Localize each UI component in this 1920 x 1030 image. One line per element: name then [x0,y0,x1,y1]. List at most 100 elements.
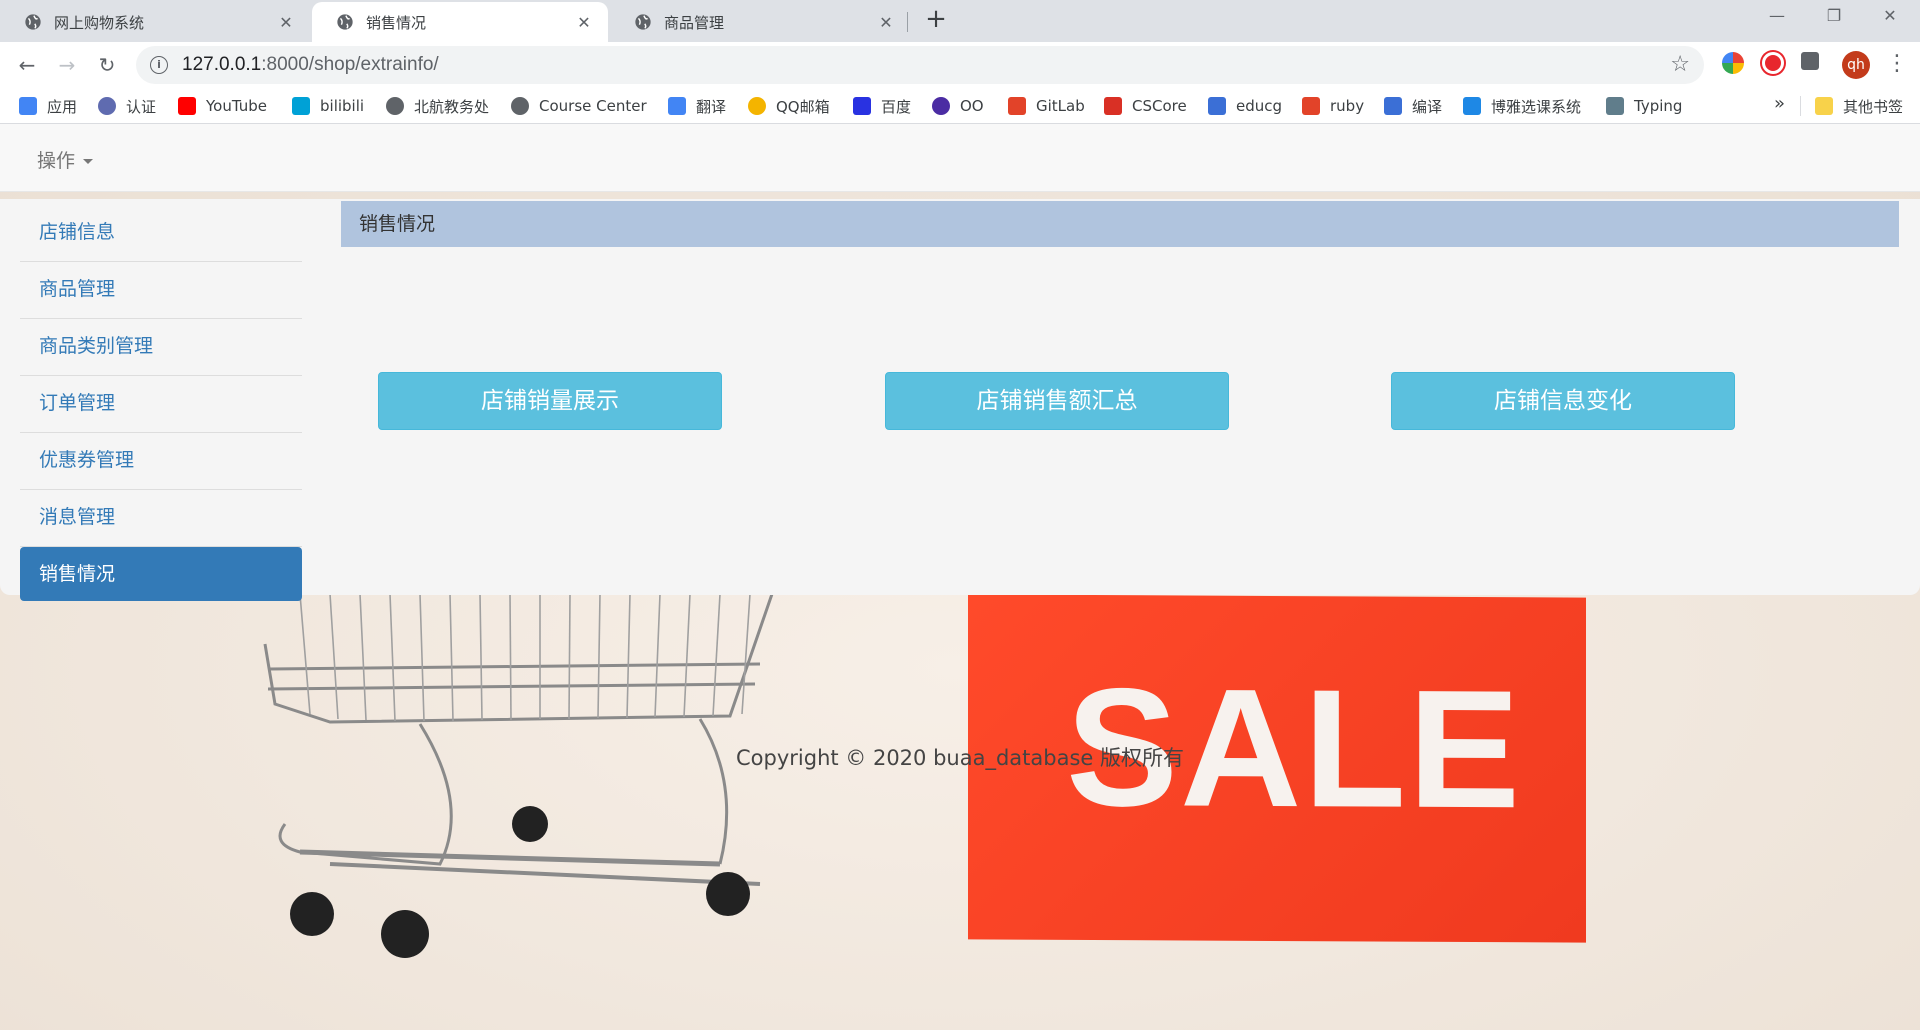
bookmark-item[interactable]: 编译 [1384,95,1442,117]
bookmark-label: 其他书签 [1843,97,1904,116]
bookmark-item[interactable]: Course Center [511,95,647,117]
globe-icon [25,14,41,30]
bookmark-item[interactable]: YouTube [178,95,267,117]
sidebar-item-shop-info[interactable]: 店铺信息 [20,205,302,262]
book-icon [1463,97,1481,115]
bookmark-item[interactable]: educg [1208,95,1282,117]
caret-down-icon [83,159,94,164]
globe-icon [635,14,651,30]
bookmark-label: 翻译 [696,97,727,116]
globe-icon [511,97,529,115]
shop-info-change-button[interactable]: 店铺信息变化 [1391,372,1735,430]
globe-icon [337,14,353,30]
educg-icon [1208,97,1226,115]
bookmark-item[interactable]: bilibili [292,95,364,117]
bookmark-label: 北航教务处 [414,97,490,116]
dropdown-label: 操作 [37,150,76,172]
action-buttons: 店铺销量展示 店铺销售额汇总 店铺信息变化 [341,247,1899,430]
tab-divider [907,12,908,32]
bookmark-item[interactable]: ruby [1302,95,1364,117]
sidebar-item-goods[interactable]: 商品管理 [20,262,302,319]
sidebar-item-sales[interactable]: 销售情况 [20,547,302,601]
tab-sales[interactable]: 销售情况 ✕ [312,2,608,42]
minimize-icon[interactable]: — [1757,6,1797,25]
bookmark-label: 博雅选课系统 [1491,97,1582,116]
sidebar-item-categories[interactable]: 商品类别管理 [20,319,302,376]
qqmail-icon [748,97,766,115]
bookmark-label: bilibili [320,97,365,115]
bookmark-item[interactable]: Typing [1606,95,1682,117]
bookmark-item[interactable]: OO [932,95,984,117]
globe-icon [386,97,404,115]
sidebar-item-coupons[interactable]: 优惠券管理 [20,433,302,490]
top-navbar: 操作 [0,124,1920,192]
window-close-icon[interactable]: ✕ [1870,6,1910,25]
bilibili-icon [292,97,310,115]
auth-icon [98,97,116,115]
tab-title: 网上购物系统 [54,13,145,32]
operations-dropdown[interactable]: 操作 [37,146,94,173]
bookmark-label: QQ邮箱 [776,97,830,116]
panel-title: 销售情况 [341,201,1899,247]
bookmark-item[interactable]: 博雅选课系统 [1463,95,1581,117]
extension-record-icon[interactable] [1762,52,1784,74]
restore-icon[interactable]: ❐ [1814,6,1854,25]
site-info-icon[interactable]: i [150,56,168,74]
bookmark-label: Typing [1634,97,1683,115]
tab-title: 商品管理 [664,13,725,32]
close-icon[interactable]: ✕ [574,13,594,32]
sales-amount-button[interactable]: 店铺销售额汇总 [885,372,1229,430]
bookmark-label: CSCore [1132,97,1187,115]
close-icon[interactable]: ✕ [276,13,296,32]
bookmark-other[interactable]: 其他书签 [1815,95,1903,117]
back-arrow-icon[interactable]: ← [12,50,42,80]
sidebar-item-messages[interactable]: 消息管理 [20,490,302,547]
bookmark-item[interactable]: 应用 [19,95,77,117]
more-menu-icon[interactable]: ⋮ [1886,50,1908,78]
baidu-icon [853,97,871,115]
bookmark-item[interactable]: 翻译 [668,95,726,117]
bookmark-item[interactable]: CSCore [1104,95,1187,117]
bookmarks-bar: » 其他书签 应用 认证 YouTube bilibili 北航教务处 Course Ce… [0,88,1920,124]
sidebar-nav: 店铺信息 商品管理 商品类别管理 订单管理 优惠券管理 消息管理 销售情况 [20,205,302,601]
bookmarks-divider [1800,96,1801,116]
bookmark-item[interactable]: GitLab [1008,95,1085,117]
new-tab-button[interactable]: + [922,6,950,34]
sidebar-item-orders[interactable]: 订单管理 [20,376,302,433]
extension-shield-icon[interactable] [1722,52,1744,74]
main-panel: 店铺信息 商品管理 商品类别管理 订单管理 优惠券管理 消息管理 销售情况 销售… [0,199,1920,601]
youtube-icon [178,97,196,115]
bookmark-star-icon[interactable]: ☆ [1670,52,1690,77]
bookmark-label: educg [1236,97,1283,115]
bookmark-item[interactable]: 北航教务处 [386,95,489,117]
bookmarks-overflow-icon[interactable]: » [1774,93,1785,114]
url-text: 127.0.0.1:8000/shop/extrainfo/ [182,54,439,76]
cscore-icon [1104,97,1122,115]
url-host: 127.0.0.1 [182,54,262,75]
tab-goods[interactable]: 商品管理 ✕ [610,2,910,42]
browser-toolbar: ← → ↻ i 127.0.0.1:8000/shop/extrainfo/ ☆… [0,42,1920,88]
reload-icon[interactable]: ↻ [92,50,122,80]
bookmark-item[interactable]: QQ邮箱 [748,95,830,117]
bookmark-label: OO [960,97,984,115]
bookmark-label: GitLab [1036,97,1085,115]
bookmark-label: ruby [1330,97,1365,115]
bookmark-item[interactable]: 认证 [98,95,156,117]
educg-icon [1384,97,1402,115]
sales-volume-button[interactable]: 店铺销量展示 [378,372,722,430]
typing-icon [1606,97,1624,115]
address-bar[interactable]: i 127.0.0.1:8000/shop/extrainfo/ ☆ [136,46,1704,84]
forward-arrow-icon[interactable]: → [52,50,82,80]
translate-icon [668,97,686,115]
close-icon[interactable]: ✕ [876,13,896,32]
content-area: 销售情况 店铺销量展示 店铺销售额汇总 店铺信息变化 [341,201,1899,430]
web-page: SALE Copyright © 2020 buaa_database 版权所有… [0,124,1920,1030]
gitlab-icon [1008,97,1026,115]
tab-shop-system[interactable]: 网上购物系统 ✕ [0,2,310,42]
profile-avatar[interactable]: qh [1842,51,1870,79]
bookmark-label: 应用 [47,97,78,116]
copyright-footer: Copyright © 2020 buaa_database 版权所有 [736,746,1184,770]
puzzle-icon[interactable] [1801,52,1819,70]
bookmark-item[interactable]: 百度 [853,95,911,117]
url-path: :8000/shop/extrainfo/ [261,54,439,75]
